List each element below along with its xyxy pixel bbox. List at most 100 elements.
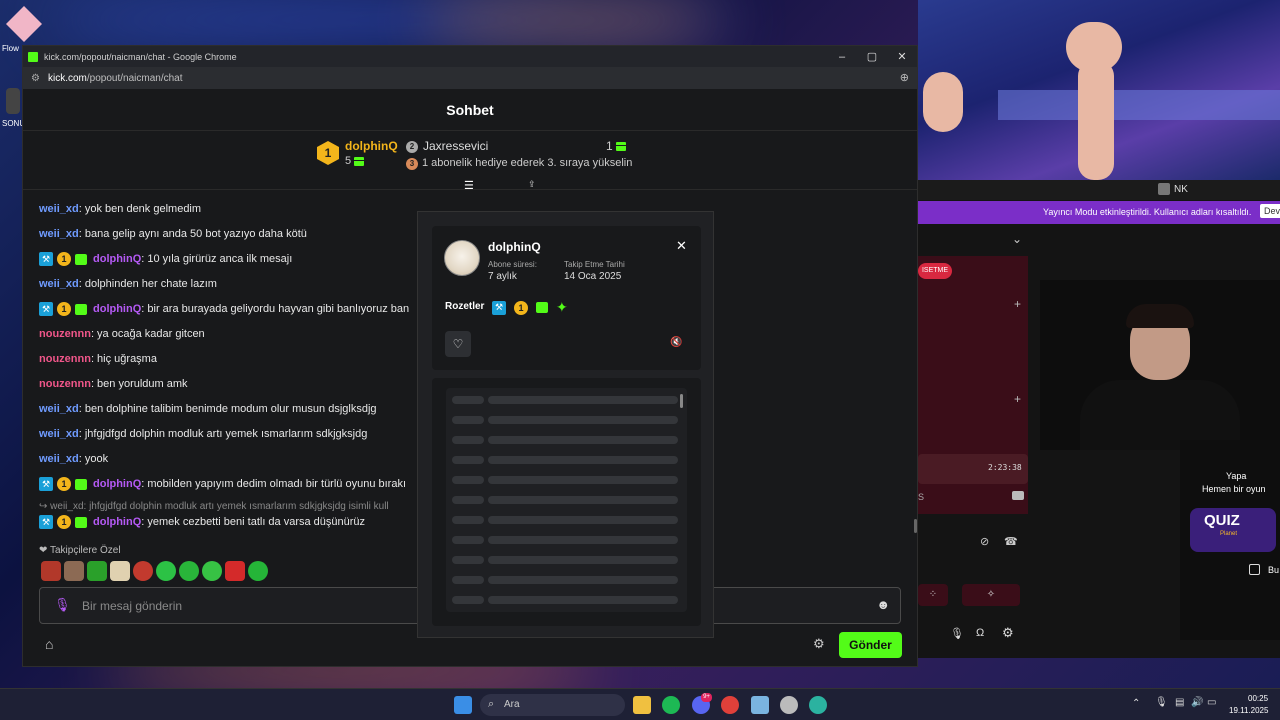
- file-explorer-icon[interactable]: [633, 696, 651, 714]
- plus-icon[interactable]: +: [1014, 392, 1021, 406]
- scrollbar[interactable]: [680, 394, 683, 408]
- top-gifter-name[interactable]: dolphinQ: [345, 139, 398, 153]
- follow-heart-button[interactable]: ♡: [445, 331, 471, 357]
- network-icon[interactable]: ▤: [1175, 697, 1184, 708]
- emote[interactable]: [133, 561, 153, 581]
- checkbox-label: Bu: [1268, 565, 1280, 575]
- mic-icon[interactable]: 🎙: [1155, 697, 1168, 708]
- sonu-app-icon[interactable]: [6, 88, 20, 114]
- timestamp-row: 2:23:38: [918, 454, 1028, 484]
- hangup-icon[interactable]: ☎: [1004, 535, 1018, 548]
- plus-icon[interactable]: +: [1014, 297, 1021, 311]
- minimize-button[interactable]: –: [827, 46, 857, 67]
- quiz-logo-sub: Planet: [1220, 531, 1238, 537]
- spotify-icon[interactable]: [662, 696, 680, 714]
- effects-icon[interactable]: ✧: [962, 584, 1020, 606]
- app-icon[interactable]: [751, 696, 769, 714]
- checkbox[interactable]: [1249, 564, 1260, 575]
- chat-message: weii_xd: bana gelip aynı anda 50 bot yaz…: [39, 226, 307, 242]
- emote-bar: [41, 561, 268, 581]
- gift-icon: [616, 142, 627, 152]
- volume-icon[interactable]: 🔊: [1191, 697, 1203, 708]
- emote[interactable]: [64, 561, 84, 581]
- emote[interactable]: [156, 561, 176, 581]
- skeleton-row: [452, 596, 484, 604]
- message-text: : yemek cezbetti beni tatlı da varsa düş…: [141, 516, 366, 528]
- chrome-icon[interactable]: [721, 696, 739, 714]
- emote[interactable]: [202, 561, 222, 581]
- skeleton-row: [488, 576, 678, 584]
- mic-icon[interactable]: 🎙: [950, 627, 964, 640]
- close-icon[interactable]: ✕: [676, 238, 687, 254]
- skeleton-row: [488, 456, 678, 464]
- start-icon[interactable]: [454, 696, 472, 714]
- edge-icon[interactable]: [809, 696, 827, 714]
- username[interactable]: weii_xd: [39, 228, 79, 240]
- taskbar-search[interactable]: ⌕ Ara: [480, 694, 625, 716]
- username[interactable]: weii_xd: [39, 453, 79, 465]
- video-off-icon[interactable]: ⊘: [980, 535, 989, 548]
- username[interactable]: nouzennn: [39, 328, 91, 340]
- battery-icon[interactable]: ▭: [1207, 697, 1216, 708]
- chevron-up-icon[interactable]: ⌃: [1132, 698, 1140, 709]
- username[interactable]: nouzennn: [39, 353, 91, 365]
- second-gifter-name[interactable]: Jaxressevici: [423, 139, 488, 153]
- streaming-app: NK Yayıncı Modu etkinleştirildi. Kullanı…: [918, 180, 1280, 658]
- scrollbar[interactable]: [914, 519, 917, 533]
- store-icon[interactable]: ⌂: [45, 636, 53, 652]
- gear-icon[interactable]: ⚙: [1002, 625, 1014, 641]
- chat-message: ⚒ 1 dolphinQ: mobilden yapıyım dedim olmad…: [39, 476, 406, 492]
- stream-preview: [918, 0, 1280, 180]
- rank-3-hint: 1 abonelik hediye ederek 3. sıraya yükse…: [422, 157, 633, 169]
- clock-time[interactable]: 00:25: [1248, 694, 1268, 703]
- username[interactable]: dolphinQ: [93, 478, 141, 490]
- username[interactable]: dolphinQ: [93, 253, 141, 265]
- kick-favicon: [28, 51, 38, 62]
- sub-duration-label: Abone süresi:: [488, 260, 537, 269]
- clock-date[interactable]: 19.11.2025: [1229, 706, 1268, 715]
- camera-icon[interactable]: [1012, 491, 1024, 500]
- username[interactable]: weii_xd: [39, 278, 79, 290]
- send-button[interactable]: Gönder: [839, 632, 902, 658]
- avatar: [444, 240, 480, 276]
- chat-message: nouzennn: hiç uğraşma: [39, 351, 157, 367]
- emote[interactable]: [110, 561, 130, 581]
- mic-icon[interactable]: 🎙: [54, 597, 71, 613]
- emoji-icon[interactable]: ☻: [876, 597, 890, 612]
- close-button[interactable]: ✕: [887, 46, 917, 67]
- emote[interactable]: [87, 561, 107, 581]
- banner-button[interactable]: Dev: [1260, 204, 1280, 218]
- mute-icon[interactable]: 🔇: [670, 337, 682, 348]
- reply-preview[interactable]: ↪ weii_xd: jhfgjdfgd dolphin modluk artı…: [39, 501, 389, 512]
- username[interactable]: dolphinQ: [93, 303, 141, 315]
- chat-message: ⚒ 1 dolphinQ: bir ara burayada geliyordu h…: [39, 301, 409, 317]
- apps-icon[interactable]: ⁘: [918, 584, 948, 606]
- address-bar[interactable]: ⚙ kick.com/popout/naicman/chat ⊕: [23, 67, 917, 89]
- emote[interactable]: [248, 561, 268, 581]
- username[interactable]: dolphinQ: [93, 516, 141, 528]
- headphones-icon[interactable]: Ω: [976, 627, 984, 639]
- background-glow: [420, 0, 720, 40]
- quiz-logo[interactable]: QUIZ Planet: [1190, 508, 1276, 552]
- zoom-icon[interactable]: ⊕: [900, 71, 909, 84]
- username[interactable]: nouzennn: [39, 378, 91, 390]
- emote[interactable]: [179, 561, 199, 581]
- emote[interactable]: [41, 561, 61, 581]
- flow-app-icon[interactable]: [6, 6, 42, 42]
- site-settings-icon[interactable]: ⚙: [31, 73, 40, 84]
- followers-only-label: ❤ Takipçilere Özel: [39, 545, 121, 556]
- chat-message: ⚒ 1 dolphinQ: 10 yıla girürüz anca ilk mes…: [39, 251, 292, 267]
- emote[interactable]: [225, 561, 245, 581]
- username[interactable]: weii_xd: [39, 428, 79, 440]
- steam-icon[interactable]: [780, 696, 798, 714]
- heart-icon: ❤: [39, 545, 50, 556]
- username[interactable]: weii_xd: [39, 403, 79, 415]
- message-text: : ben dolphine talibim benimde modum olu…: [78, 403, 377, 415]
- maximize-button[interactable]: ▢: [857, 46, 887, 67]
- username[interactable]: weii_xd: [39, 203, 79, 215]
- live-tag[interactable]: ISETME: [918, 263, 952, 279]
- chevron-down-icon[interactable]: ⌄: [1012, 232, 1022, 246]
- pin-icon[interactable]: ⇪: [528, 179, 536, 190]
- gear-icon[interactable]: ⚙: [813, 636, 825, 652]
- webcam-feed: [1040, 280, 1280, 450]
